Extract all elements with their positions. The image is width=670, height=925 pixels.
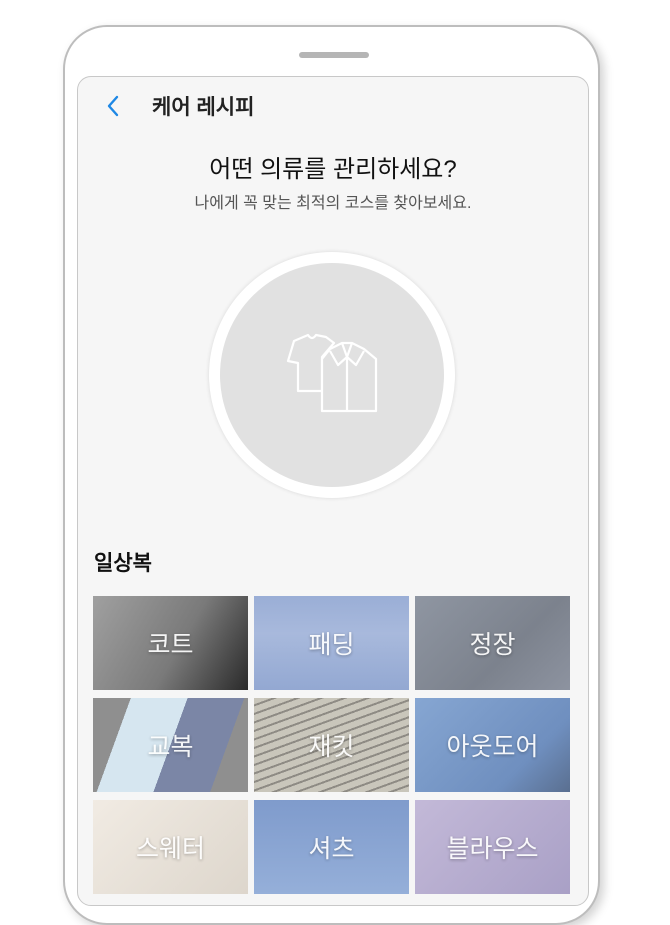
tile-label: 셔츠	[308, 835, 355, 863]
tile-jacket[interactable]: 재킷	[254, 698, 409, 792]
back-button[interactable]	[102, 91, 126, 121]
tile-label: 패딩	[308, 631, 355, 659]
tile-label: 스웨터	[135, 835, 205, 863]
tile-label: 교복	[147, 733, 194, 761]
tile-blouse[interactable]: 블라우스	[415, 800, 570, 894]
phone-speaker	[299, 52, 369, 58]
chevron-left-icon	[107, 95, 119, 117]
tile-suit[interactable]: 정장	[415, 596, 570, 690]
tile-label: 아웃도어	[446, 733, 539, 761]
tile-shirt[interactable]: 셔츠	[254, 800, 409, 894]
tile-label: 정장	[469, 631, 516, 659]
tile-sweater[interactable]: 스웨터	[93, 800, 248, 894]
app-screen: 케어 레시피 어떤 의류를 관리하세요? 나에게 꼭 맞는 최적의 코스를 찾아…	[77, 76, 589, 906]
tile-outdoor[interactable]: 아웃도어	[415, 698, 570, 792]
page-heading: 어떤 의류를 관리하세요?	[209, 156, 457, 183]
tile-label: 코트	[147, 631, 194, 659]
tile-padding[interactable]: 패딩	[254, 596, 409, 690]
clothes-selector-circle	[209, 252, 455, 498]
section-title: 일상복	[94, 552, 152, 575]
clothes-icon	[286, 333, 378, 413]
page-subheading: 나에게 꼭 맞는 최적의 코스를 찾아보세요.	[194, 195, 472, 212]
clothing-grid: 코트 패딩 정장 교복 재킷 아웃도어 스웨터 셔츠 블라우스	[93, 596, 570, 894]
tile-label: 블라우스	[446, 835, 539, 863]
app-title: 케어 레시피	[152, 96, 255, 119]
tile-coat[interactable]: 코트	[93, 596, 248, 690]
tile-label: 재킷	[308, 733, 355, 761]
clothes-selector-button[interactable]	[220, 263, 444, 487]
tile-school-uniform[interactable]: 교복	[93, 698, 248, 792]
